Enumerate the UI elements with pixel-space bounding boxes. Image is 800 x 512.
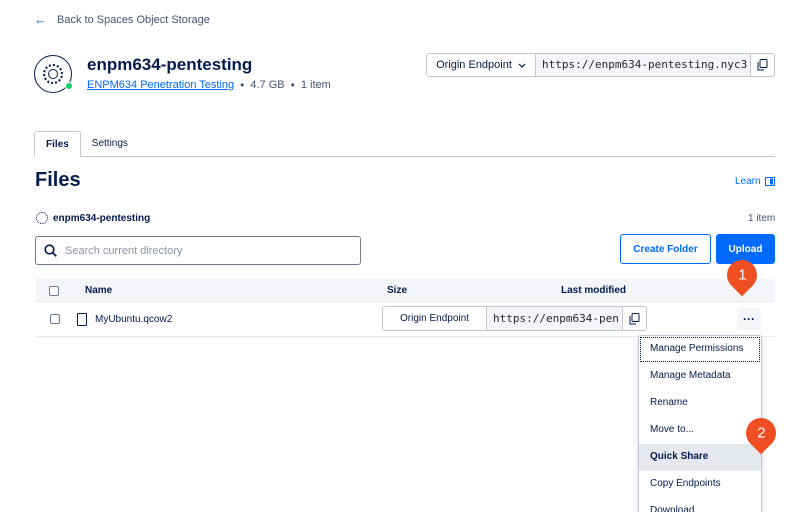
endpoint-select[interactable]: Origin Endpoint bbox=[427, 54, 536, 76]
chevron-down-icon bbox=[518, 63, 526, 68]
copy-icon bbox=[757, 59, 768, 71]
table-header: Name Size Last modified bbox=[36, 279, 775, 302]
space-icon-small bbox=[36, 212, 48, 224]
bucket-item-count: 1 item bbox=[300, 79, 331, 91]
file-name-cell[interactable]: MyUbuntu.qcow2 bbox=[77, 313, 172, 326]
row-copy-button[interactable] bbox=[622, 307, 646, 330]
row-checkbox[interactable] bbox=[50, 314, 60, 324]
menu-item-move-to[interactable]: Move to... bbox=[639, 417, 761, 444]
menu-item-quick-share[interactable]: Quick Share bbox=[639, 444, 761, 471]
arrow-left-icon: ← bbox=[34, 12, 47, 27]
endpoint-widget: Origin Endpoint https://enpm634-pentesti… bbox=[426, 53, 775, 77]
copy-endpoint-button[interactable] bbox=[750, 54, 774, 76]
bucket-meta: ENPM634 Penetration Testing • 4.7 GB • 1… bbox=[87, 78, 331, 92]
search-input[interactable] bbox=[65, 244, 345, 257]
menu-item-manage-permissions[interactable]: Manage Permissions bbox=[639, 336, 761, 363]
more-actions-button[interactable]: ··· bbox=[737, 308, 761, 330]
context-menu: Manage Permissions Manage Metadata Renam… bbox=[638, 335, 762, 512]
column-size[interactable]: Size bbox=[387, 285, 407, 296]
tab-files[interactable]: Files bbox=[34, 131, 81, 157]
bucket-size: 4.7 GB bbox=[250, 79, 285, 91]
page-title: Files bbox=[35, 169, 81, 191]
tab-settings[interactable]: Settings bbox=[81, 131, 139, 156]
file-icon bbox=[77, 313, 87, 326]
endpoint-url[interactable]: https://enpm634-pentesting.nyc3 bbox=[536, 54, 750, 76]
project-link[interactable]: ENPM634 Penetration Testing bbox=[87, 79, 234, 91]
menu-item-manage-metadata[interactable]: Manage Metadata bbox=[639, 363, 761, 390]
column-name[interactable]: Name bbox=[85, 285, 112, 296]
row-endpoint-widget: Origin Endpoint https://enpm634-pen bbox=[382, 306, 647, 331]
ellipsis-icon: ··· bbox=[743, 312, 755, 326]
book-icon bbox=[764, 177, 775, 186]
bucket-title: enpm634-pentesting bbox=[87, 55, 253, 74]
learn-link[interactable]: Learn bbox=[735, 176, 775, 187]
create-folder-button[interactable]: Create Folder bbox=[620, 234, 711, 264]
back-link-label: Back to Spaces Object Storage bbox=[57, 13, 210, 26]
breadcrumb[interactable]: enpm634-pentesting bbox=[36, 212, 150, 224]
space-icon bbox=[34, 55, 73, 93]
row-endpoint-url[interactable]: https://enpm634-pen bbox=[487, 307, 622, 330]
menu-item-rename[interactable]: Rename bbox=[639, 390, 761, 417]
status-dot bbox=[65, 82, 73, 90]
back-link[interactable]: ← Back to Spaces Object Storage bbox=[34, 12, 210, 27]
copy-icon bbox=[629, 312, 640, 324]
item-count: 1 item bbox=[748, 213, 776, 224]
column-last-modified[interactable]: Last modified bbox=[561, 285, 626, 296]
menu-item-copy-endpoints[interactable]: Copy Endpoints bbox=[639, 471, 761, 498]
row-endpoint-button[interactable]: Origin Endpoint bbox=[383, 307, 487, 330]
menu-item-download[interactable]: Download bbox=[639, 498, 761, 512]
select-all-checkbox[interactable] bbox=[49, 286, 59, 296]
tab-bar: Files Settings bbox=[34, 131, 775, 157]
table-row: MyUbuntu.qcow2 Origin Endpoint https://e… bbox=[36, 302, 775, 337]
search-icon bbox=[44, 244, 57, 257]
search-box bbox=[35, 236, 361, 265]
